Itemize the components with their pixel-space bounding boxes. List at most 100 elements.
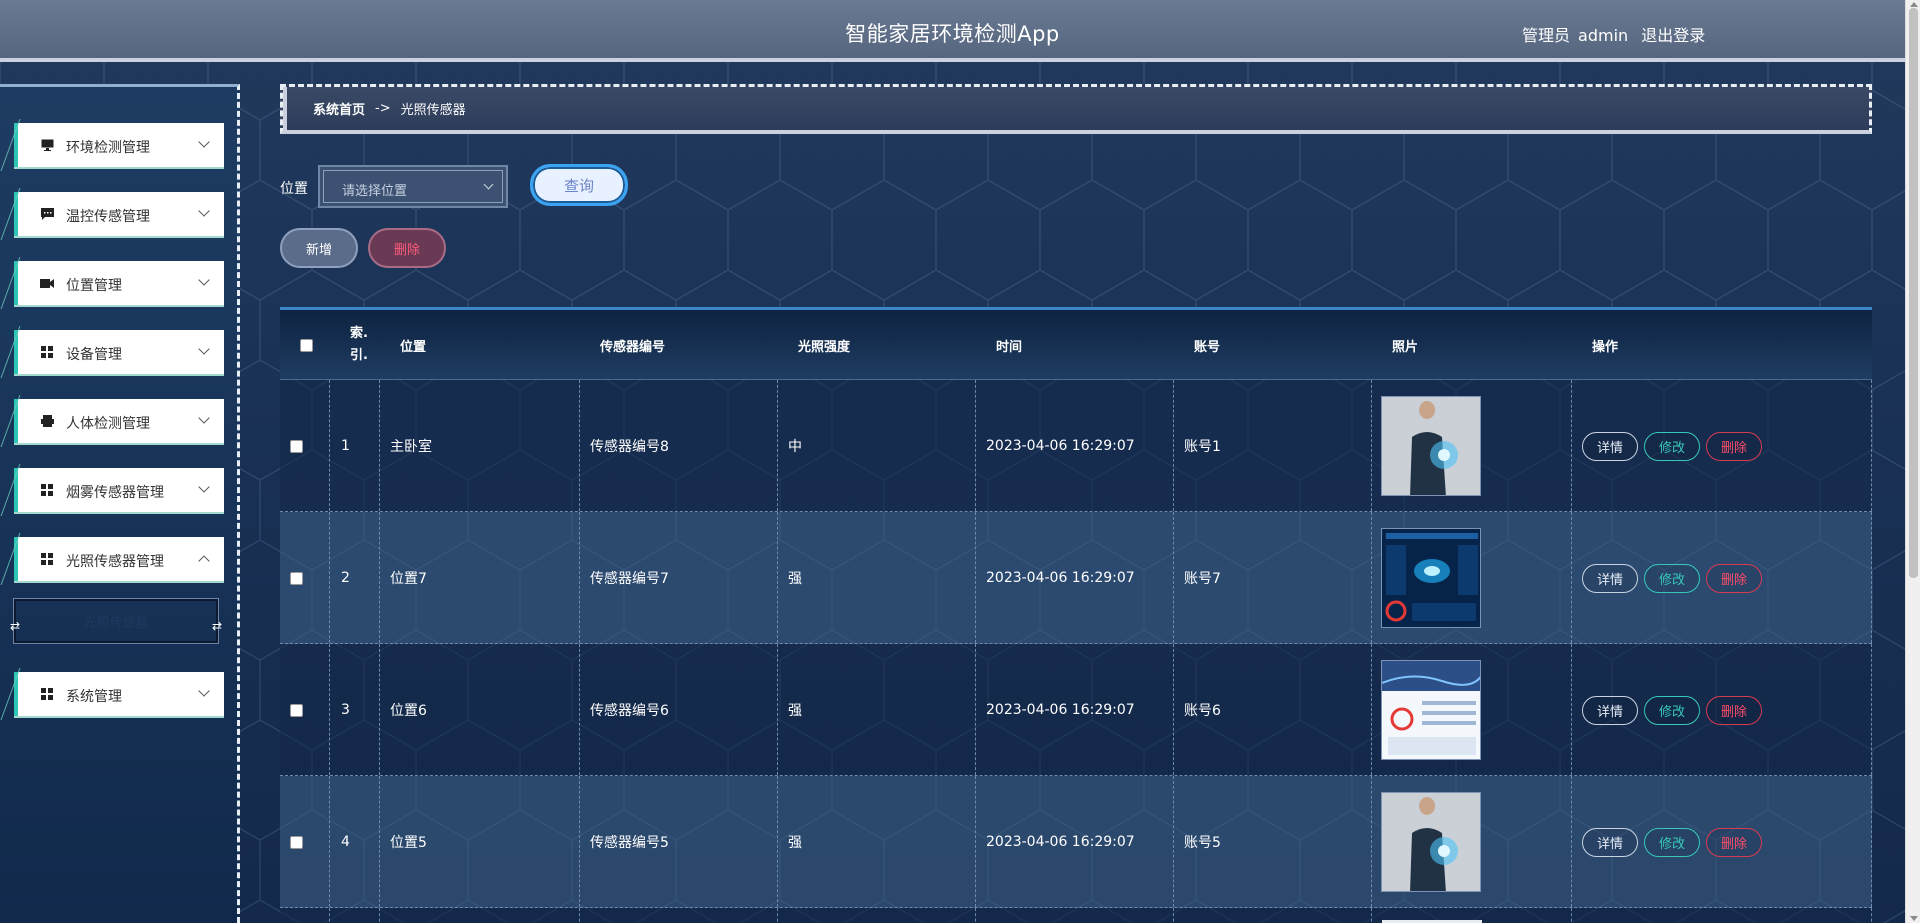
- arrow-right-icon: ⇄: [211, 619, 222, 633]
- detail-button[interactable]: 详情: [1582, 827, 1639, 857]
- arrow-left-icon: ⇄: [10, 619, 21, 633]
- col-index-label-b: 引.: [350, 348, 368, 363]
- edit-button[interactable]: 修改: [1644, 431, 1701, 461]
- sidebar-item-system[interactable]: 系统管理: [14, 672, 224, 716]
- row-photo[interactable]: [1381, 528, 1481, 628]
- chevron-up-icon: [198, 555, 210, 567]
- table-row: 1 主卧室 传感器编号8 中 2023-04-06 16:29:07 账号1 详…: [280, 380, 1872, 512]
- sidebar-item-light-sensor[interactable]: 光照传感器管理: [14, 537, 224, 581]
- col-photo: 照片: [1392, 339, 1419, 355]
- row-sensor-no: 传感器编号7: [590, 571, 669, 587]
- row-checkbox[interactable]: [290, 703, 303, 717]
- sidebar-item-location[interactable]: 位置管理: [14, 261, 224, 305]
- grid-icon: [40, 345, 54, 359]
- row-account: 账号1: [1184, 439, 1221, 455]
- detail-button[interactable]: 详情: [1582, 431, 1639, 461]
- row-light: 强: [788, 835, 802, 851]
- breadcrumb: 系统首页 -> 光照传感器: [280, 84, 1872, 134]
- row-index: 2: [341, 570, 350, 586]
- col-ops: 操作: [1592, 339, 1619, 355]
- sidebar-item-env-detection[interactable]: 环境检测管理: [14, 123, 224, 167]
- sidebar-item-label: 烟雾传感器管理: [66, 484, 164, 501]
- user-role: 管理员: [1522, 26, 1571, 45]
- video-icon: [40, 276, 54, 290]
- monitor-icon: [40, 138, 54, 152]
- vertical-scrollbar[interactable]: [1905, 0, 1920, 923]
- row-time: 2023-04-06 16:29:07: [986, 570, 1135, 586]
- logout-link[interactable]: 退出登录: [1641, 26, 1705, 45]
- sidebar-item-smoke-sensor[interactable]: 烟雾传感器管理: [14, 468, 224, 512]
- data-table: 索. 引. 位置 传感器编号 光照强度 时间 账号 照片 操作 1 主卧室 传感…: [280, 307, 1872, 923]
- col-light: 光照强度: [798, 339, 851, 355]
- col-index-label-a: 索.: [350, 326, 368, 341]
- delete-button[interactable]: 删除: [1706, 563, 1763, 593]
- chevron-down-icon: [198, 205, 210, 217]
- scrollbar-thumb[interactable]: [1909, 8, 1918, 578]
- delete-button[interactable]: 删除: [1706, 827, 1763, 857]
- delete-button[interactable]: 删除: [1706, 431, 1763, 461]
- table-row: 2 位置7 传感器编号7 强 2023-04-06 16:29:07 账号7 详…: [280, 512, 1872, 644]
- table-row: [280, 908, 1872, 923]
- location-label: 位置: [280, 181, 308, 197]
- row-index: 4: [341, 834, 350, 850]
- table-row: 3 位置6 传感器编号6 强 2023-04-06 16:29:07 账号6 详…: [280, 644, 1872, 776]
- location-select[interactable]: 请选择位置: [318, 165, 508, 208]
- add-button[interactable]: 新增: [280, 228, 358, 268]
- delete-button[interactable]: 删除: [1706, 695, 1763, 725]
- detail-button[interactable]: 详情: [1582, 695, 1639, 725]
- row-sensor-no: 传感器编号5: [590, 835, 669, 851]
- select-all-checkbox[interactable]: [300, 338, 313, 352]
- row-checkbox[interactable]: [290, 571, 303, 585]
- sidebar-item-label: 人体检测管理: [66, 415, 150, 432]
- query-button[interactable]: 查询: [530, 164, 628, 206]
- col-account: 账号: [1194, 339, 1221, 355]
- col-index: 索. 引.: [350, 310, 368, 380]
- row-time: 2023-04-06 16:29:07: [986, 438, 1135, 454]
- edit-button[interactable]: 修改: [1644, 827, 1701, 857]
- sidebar-item-temp-sensor[interactable]: 温控传感管理: [14, 192, 224, 236]
- chevron-down-icon: [198, 685, 210, 697]
- scroll-down-arrow[interactable]: [1910, 916, 1918, 921]
- table-row: 4 位置5 传感器编号5 强 2023-04-06 16:29:07 账号5 详…: [280, 776, 1872, 908]
- row-account: 账号7: [1184, 571, 1221, 587]
- row-photo[interactable]: [1381, 396, 1481, 496]
- row-light: 强: [788, 571, 802, 587]
- chat-icon: [40, 207, 54, 221]
- table-header: 索. 引. 位置 传感器编号 光照强度 时间 账号 照片 操作: [280, 310, 1872, 380]
- printer-icon: [40, 414, 54, 428]
- col-time: 时间: [996, 339, 1023, 355]
- user-box: 管理员 admin 退出登录: [1522, 22, 1713, 46]
- scroll-up-arrow[interactable]: [1910, 2, 1918, 7]
- row-sensor-no: 传感器编号8: [590, 439, 669, 455]
- row-sensor-no: 传感器编号6: [590, 703, 669, 719]
- row-checkbox[interactable]: [290, 439, 303, 453]
- breadcrumb-home[interactable]: 系统首页: [313, 99, 365, 118]
- edit-button[interactable]: 修改: [1644, 563, 1701, 593]
- breadcrumb-separator: ->: [375, 101, 391, 116]
- row-photo[interactable]: [1381, 660, 1481, 760]
- submenu-item-light-sensor[interactable]: ⇄ 光照传感器 ⇄: [10, 598, 222, 644]
- sidebar-item-label: 环境检测管理: [66, 139, 150, 156]
- row-checkbox[interactable]: [290, 835, 303, 849]
- row-time: 2023-04-06 16:29:07: [986, 834, 1135, 850]
- chevron-down-icon: [198, 136, 210, 148]
- detail-button[interactable]: 详情: [1582, 563, 1639, 593]
- batch-delete-button[interactable]: 删除: [368, 228, 446, 268]
- sidebar-item-body-detection[interactable]: 人体检测管理: [14, 399, 224, 443]
- sidebar-item-label: 光照传感器管理: [66, 553, 164, 570]
- top-header: 智能家居环境检测App 管理员 admin 退出登录: [0, 0, 1905, 62]
- col-sensor-no: 传感器编号: [600, 339, 666, 355]
- row-light: 中: [788, 439, 802, 455]
- row-photo[interactable]: [1381, 792, 1481, 892]
- sidebar-item-device[interactable]: 设备管理: [14, 330, 224, 374]
- edit-button[interactable]: 修改: [1644, 695, 1701, 725]
- sidebar-item-label: 设备管理: [66, 346, 122, 363]
- breadcrumb-current: 光照传感器: [400, 103, 466, 118]
- row-light: 强: [788, 703, 802, 719]
- row-account: 账号6: [1184, 703, 1221, 719]
- chevron-down-icon: [483, 179, 494, 190]
- col-location: 位置: [400, 339, 427, 355]
- chevron-down-icon: [198, 343, 210, 355]
- row-time: 2023-04-06 16:29:07: [986, 702, 1135, 718]
- row-index: 3: [341, 702, 350, 718]
